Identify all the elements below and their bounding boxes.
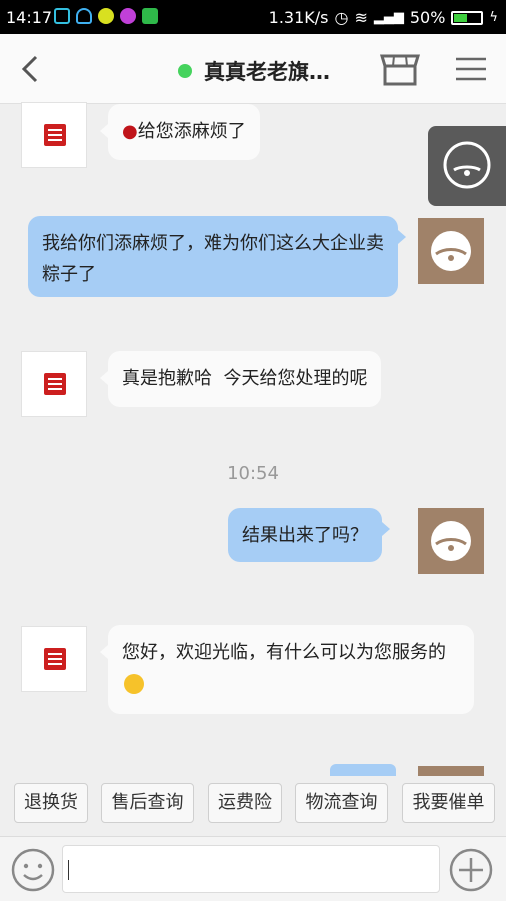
more-options-button[interactable]: [448, 847, 494, 897]
plus-circle-icon: [449, 848, 493, 892]
battery-percent: 50%: [409, 8, 446, 27]
message-bubble-user[interactable]: 我给你们添麻烦了，难为你们这么大企业卖粽子了: [28, 216, 406, 297]
battery-level-fill: [454, 13, 468, 22]
user-avatar[interactable]: [418, 218, 484, 284]
charging-icon: ϟ: [489, 10, 498, 25]
quick-reply-aftersale[interactable]: 售后查询: [101, 783, 194, 823]
quick-reply-shipping-insurance[interactable]: 运费险: [208, 783, 282, 823]
user-avatar-icon: [431, 231, 471, 271]
message-bubble-user[interactable]: 结果出来了吗？: [228, 508, 390, 562]
hamburger-menu-icon: [456, 57, 486, 81]
chat-header: 真真老老旗…: [0, 34, 506, 104]
battery-icon: [451, 10, 484, 25]
smiley-icon: [11, 848, 55, 892]
quick-reply-return[interactable]: 退换货: [14, 783, 88, 823]
message-text: 您好，欢迎光临，有什么可以为您服务的: [122, 642, 446, 663]
wifi-icon: ≋: [354, 8, 368, 27]
message-text: 我给你们添麻烦了，难为你们这么大企业卖粽子了: [42, 233, 384, 285]
message-input-bar: [0, 836, 506, 901]
user-avatar-partial: [418, 766, 484, 776]
app-notification-icon: [98, 8, 114, 24]
shop-name: 真真老老旗…: [204, 60, 330, 84]
back-button[interactable]: [20, 54, 40, 88]
service-bell-icon: [443, 141, 491, 189]
text-cursor: [68, 860, 69, 880]
chat-title: 真真老老旗…: [178, 56, 330, 86]
screenshot-icon: [54, 8, 70, 24]
message-input[interactable]: [62, 845, 440, 893]
quick-reply-urge-order[interactable]: 我要催单: [402, 783, 495, 823]
wechat-icon: [142, 8, 158, 24]
message-text: 真是抱歉哈 今天给您处理的呢: [122, 368, 368, 389]
message-bubble-shop[interactable]: 您好，欢迎光临，有什么可以为您服务的: [100, 625, 474, 714]
message-bubble-shop[interactable]: 真是抱歉哈 今天给您处理的呢: [99, 351, 382, 407]
user-avatar[interactable]: [418, 508, 484, 574]
store-icon: [379, 54, 421, 86]
shop-avatar[interactable]: [21, 102, 87, 168]
shop-logo-icon: [44, 373, 66, 395]
message-text: 给您添麻烦了: [137, 121, 246, 142]
shop-avatar[interactable]: [21, 626, 87, 692]
shop-logo-icon: [44, 648, 66, 670]
headset-icon: [76, 8, 92, 24]
emoji-button[interactable]: [10, 847, 56, 897]
online-status-dot: [178, 64, 192, 78]
message-timestamp: 10:54: [227, 463, 279, 484]
message-text: 结果出来了吗？: [242, 525, 368, 546]
user-avatar-icon: [431, 521, 471, 561]
shop-logo-icon: [44, 124, 66, 146]
alarm-icon: ◷: [334, 8, 349, 27]
status-time: 14:17: [6, 8, 53, 27]
network-speed: 1.31K/s: [268, 8, 329, 27]
quick-reply-logistics[interactable]: 物流查询: [295, 783, 388, 823]
rose-emoji-icon: ●: [122, 121, 138, 142]
message-bubble-shop[interactable]: ●给您添麻烦了: [100, 104, 260, 160]
signal-icon: ▂▄▆: [373, 10, 404, 25]
wink-emoji-icon: [124, 674, 144, 694]
chevron-left-icon: [21, 55, 38, 83]
shop-button[interactable]: [379, 52, 421, 90]
floating-service-button[interactable]: [428, 126, 506, 206]
menu-button[interactable]: [456, 56, 486, 86]
shop-avatar[interactable]: [21, 351, 87, 417]
quick-reply-bar: 退换货 售后查询 运费险 物流查询 我要催单: [0, 776, 506, 832]
message-bubble-user-partial: [330, 764, 396, 776]
status-bar: 14:17 1.31K/s ◷ ≋ ▂▄▆ 50% ϟ: [0, 0, 506, 34]
browser-icon: [120, 8, 136, 24]
